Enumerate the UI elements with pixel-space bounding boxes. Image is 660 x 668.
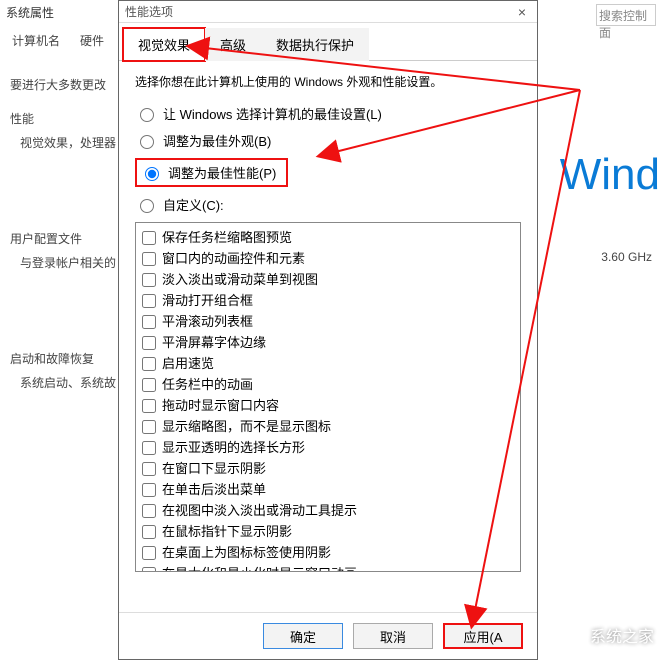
check-label: 显示亚透明的选择长方形	[162, 438, 305, 457]
check-input[interactable]	[142, 546, 156, 560]
check-input[interactable]	[142, 420, 156, 434]
check-label: 拖动时显示窗口内容	[162, 396, 279, 415]
tab-dep[interactable]: 数据执行保护	[261, 28, 369, 61]
dialog-body: 选择你想在此计算机上使用的 Windows 外观和性能设置。 让 Windows…	[119, 61, 537, 612]
bg-sub-user-profile: 与登录帐户相关的	[20, 254, 116, 271]
bg-section-user-profile: 用户配置文件	[10, 230, 82, 247]
dialog-tabs: 视觉效果 高级 数据执行保护	[119, 23, 537, 61]
apply-button[interactable]: 应用(A	[443, 623, 523, 649]
tab-visual-effects[interactable]: 视觉效果	[123, 28, 205, 61]
dialog-titlebar: 性能选项 ×	[119, 1, 537, 23]
check-option[interactable]: 淡入淡出或滑动菜单到视图	[142, 269, 514, 290]
check-input[interactable]	[142, 504, 156, 518]
check-label: 在桌面上为图标标签使用阴影	[162, 543, 331, 562]
check-option[interactable]: 窗口内的动画控件和元素	[142, 248, 514, 269]
check-option[interactable]: 任务栏中的动画	[142, 374, 514, 395]
visual-effects-checklist[interactable]: 保存任务栏缩略图预览窗口内的动画控件和元素淡入淡出或滑动菜单到视图滑动打开组合框…	[135, 222, 521, 572]
check-label: 启用速览	[162, 354, 214, 373]
check-option[interactable]: 拖动时显示窗口内容	[142, 395, 514, 416]
check-label: 在视图中淡入淡出或滑动工具提示	[162, 501, 357, 520]
bg-sub-performance: 视觉效果，处理器	[20, 134, 116, 151]
search-control-panel[interactable]: 搜索控制面	[596, 4, 656, 26]
radio-label-custom: 自定义(C):	[163, 195, 224, 214]
check-option[interactable]: 启用速览	[142, 353, 514, 374]
windows-brand-truncated: Wind	[560, 150, 660, 200]
check-input[interactable]	[142, 336, 156, 350]
radio-input-best-look[interactable]	[140, 135, 154, 149]
check-label: 平滑屏幕字体边缘	[162, 333, 266, 352]
check-label: 滑动打开组合框	[162, 291, 253, 310]
check-label: 在单击后淡出菜单	[162, 480, 266, 499]
radio-best-appearance[interactable]: 调整为最佳外观(B)	[135, 131, 521, 150]
dialog-button-bar: 确定 取消 应用(A	[119, 612, 537, 659]
tab-advanced[interactable]: 高级	[205, 28, 261, 61]
check-label: 在鼠标指针下显示阴影	[162, 522, 292, 541]
check-label: 任务栏中的动画	[162, 375, 253, 394]
bg-section-performance: 性能	[10, 110, 34, 127]
check-option[interactable]: 平滑滚动列表框	[142, 311, 514, 332]
check-option[interactable]: 在最大化和最小化时显示窗口动画	[142, 563, 514, 572]
check-label: 在窗口下显示阴影	[162, 459, 266, 478]
check-option[interactable]: 显示亚透明的选择长方形	[142, 437, 514, 458]
watermark-logo-icon	[556, 620, 586, 650]
check-input[interactable]	[142, 294, 156, 308]
check-label: 淡入淡出或滑动菜单到视图	[162, 270, 318, 289]
check-input[interactable]	[142, 462, 156, 476]
check-input[interactable]	[142, 441, 156, 455]
bg-text-changes: 要进行大多数更改	[10, 76, 106, 93]
dialog-title-text: 性能选项	[125, 3, 173, 20]
check-input[interactable]	[142, 567, 156, 573]
radio-label-best-look: 调整为最佳外观(B)	[163, 131, 271, 150]
performance-options-dialog: 性能选项 × 视觉效果 高级 数据执行保护 选择你想在此计算机上使用的 Wind…	[118, 0, 538, 660]
check-input[interactable]	[142, 252, 156, 266]
check-input[interactable]	[142, 525, 156, 539]
check-option[interactable]: 在鼠标指针下显示阴影	[142, 521, 514, 542]
radio-input-auto[interactable]	[140, 108, 154, 122]
check-label: 显示缩略图，而不是显示图标	[162, 417, 331, 436]
bg-cpu-freq: 3.60 GHz	[601, 250, 652, 264]
ok-button[interactable]: 确定	[263, 623, 343, 649]
check-input[interactable]	[142, 378, 156, 392]
radio-custom[interactable]: 自定义(C):	[135, 195, 521, 214]
check-option[interactable]: 平滑屏幕字体边缘	[142, 332, 514, 353]
check-input[interactable]	[142, 357, 156, 371]
check-option[interactable]: 在桌面上为图标标签使用阴影	[142, 542, 514, 563]
check-option[interactable]: 在视图中淡入淡出或滑动工具提示	[142, 500, 514, 521]
check-input[interactable]	[142, 399, 156, 413]
radio-label-best-perf: 调整为最佳性能(P)	[168, 163, 276, 182]
close-icon[interactable]: ×	[513, 5, 531, 19]
check-option[interactable]: 滑动打开组合框	[142, 290, 514, 311]
radio-input-custom[interactable]	[140, 199, 154, 213]
check-label: 保存任务栏缩略图预览	[162, 228, 292, 247]
check-option[interactable]: 在单击后淡出菜单	[142, 479, 514, 500]
radio-best-performance[interactable]: 调整为最佳性能(P)	[135, 158, 521, 187]
bg-tab-computer-name[interactable]: 计算机名	[6, 28, 66, 53]
check-input[interactable]	[142, 231, 156, 245]
check-input[interactable]	[142, 315, 156, 329]
cancel-button[interactable]: 取消	[353, 623, 433, 649]
check-label: 在最大化和最小化时显示窗口动画	[162, 564, 357, 572]
check-label: 窗口内的动画控件和元素	[162, 249, 305, 268]
check-option[interactable]: 显示缩略图，而不是显示图标	[142, 416, 514, 437]
radio-input-best-perf[interactable]	[145, 167, 159, 181]
check-label: 平滑滚动列表框	[162, 312, 253, 331]
check-option[interactable]: 在窗口下显示阴影	[142, 458, 514, 479]
check-option[interactable]: 保存任务栏缩略图预览	[142, 227, 514, 248]
bg-sub-startup: 系统启动、系统故	[20, 374, 116, 391]
radio-label-auto: 让 Windows 选择计算机的最佳设置(L)	[163, 104, 382, 123]
watermark-text: 系统之家	[590, 623, 654, 647]
bg-section-startup: 启动和故障恢复	[10, 350, 94, 367]
dialog-description: 选择你想在此计算机上使用的 Windows 外观和性能设置。	[135, 73, 521, 90]
check-input[interactable]	[142, 483, 156, 497]
radio-let-windows-choose[interactable]: 让 Windows 选择计算机的最佳设置(L)	[135, 104, 521, 123]
watermark: 系统之家	[556, 620, 654, 650]
check-input[interactable]	[142, 273, 156, 287]
bg-tab-hardware[interactable]: 硬件	[74, 28, 110, 53]
